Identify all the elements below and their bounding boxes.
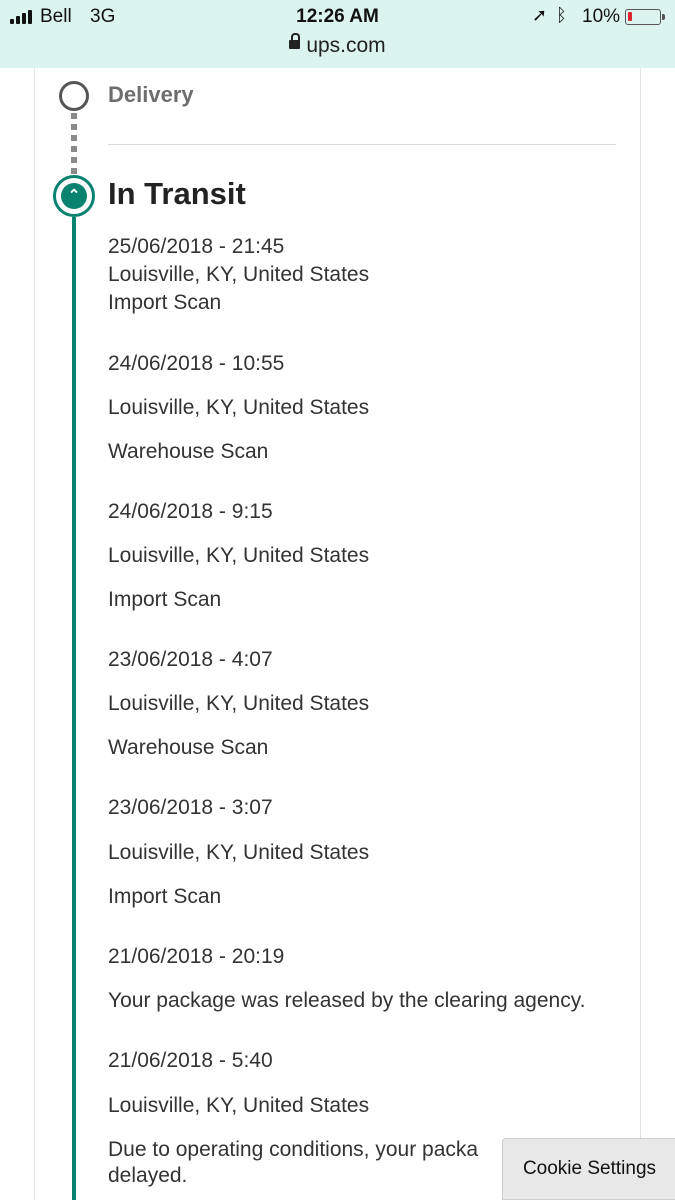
event-description: Warehouse Scan [108, 440, 269, 463]
timeline-dotted-connector [71, 113, 77, 179]
event-description-continued: delayed. [108, 1164, 188, 1187]
bluetooth-icon: ᛒ [556, 5, 567, 25]
chevron-up-icon: ⌃ [61, 183, 87, 209]
status-time: 12:26 AM [296, 6, 379, 27]
transit-step-heading[interactable]: In Transit [108, 176, 246, 212]
event-description: Import Scan [108, 588, 222, 611]
event-location: Louisville, KY, United States [108, 263, 370, 286]
browser-top-bar: Bell 3G 12:26 AM ➚ ᛒ 10% ups.com [0, 0, 675, 68]
event-location: Louisville, KY, United States [108, 544, 370, 567]
event-datetime: 21/06/2018 - 5:40 [108, 1049, 273, 1072]
event-location: Louisville, KY, United States [108, 841, 370, 864]
event-location: Louisville, KY, United States [108, 692, 370, 715]
lock-icon [289, 32, 301, 49]
event-datetime: 24/06/2018 - 9:15 [108, 500, 273, 523]
event-datetime: 23/06/2018 - 4:07 [108, 648, 273, 671]
event-datetime: 24/06/2018 - 10:55 [108, 352, 285, 375]
event-description: Import Scan [108, 291, 222, 314]
section-divider [108, 144, 616, 145]
url-text: ups.com [306, 34, 386, 57]
address-bar[interactable]: ups.com [0, 32, 675, 64]
battery-percent: 10% [582, 6, 621, 27]
event-datetime: 25/06/2018 - 21:45 [108, 235, 285, 258]
event-datetime: 23/06/2018 - 3:07 [108, 796, 273, 819]
event-location: Louisville, KY, United States [108, 1094, 370, 1117]
transit-step-marker[interactable]: ⌃ [53, 175, 95, 217]
event-description: Due to operating conditions, your packa [108, 1138, 479, 1161]
delivery-step-circle-icon [59, 81, 89, 111]
event-datetime: 21/06/2018 - 20:19 [108, 945, 285, 968]
battery-icon [625, 9, 665, 25]
cookie-settings-button[interactable]: Cookie Settings [502, 1138, 675, 1200]
event-description: Your package was released by the clearin… [108, 989, 586, 1012]
event-description: Import Scan [108, 885, 222, 908]
card-border-right [640, 68, 641, 1200]
timeline-progress-line [72, 217, 76, 1200]
event-location: Louisville, KY, United States [108, 396, 370, 419]
status-bar: Bell 3G 12:26 AM ➚ ᛒ 10% [0, 0, 675, 34]
event-description: Warehouse Scan [108, 736, 269, 759]
location-arrow-icon: ➚ [532, 5, 548, 25]
delivery-step-label: Delivery [108, 82, 194, 107]
card-border-left [34, 68, 35, 1200]
